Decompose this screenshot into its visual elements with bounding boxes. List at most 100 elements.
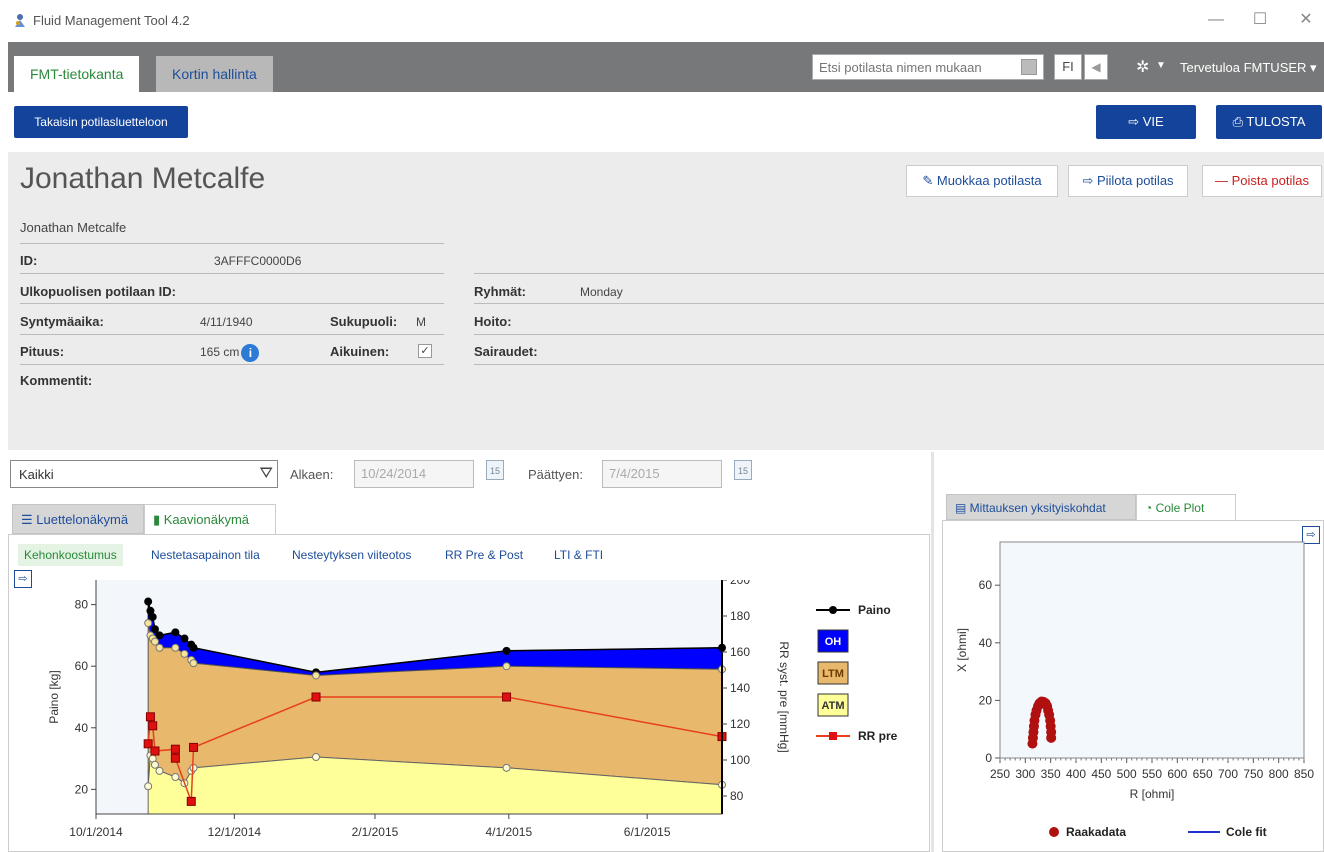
calendar-icon[interactable]: 15 (486, 460, 504, 480)
atm-point (150, 760, 159, 769)
comments-label: Kommentit: (20, 373, 93, 388)
rr-pre-point (145, 712, 155, 722)
tab-fmt-database[interactable]: FMT-tietokanta (14, 56, 140, 92)
y2-tick-label: 160 (730, 645, 750, 659)
divider (474, 273, 1324, 274)
tab-chart-view-label: Kaavionäkymä (163, 512, 250, 527)
window-titlebar: Fluid Management Tool 4.2 — ☐ ✕ (0, 0, 1324, 42)
export-button[interactable]: ⇨ VIE (1096, 105, 1196, 139)
user-menu[interactable]: Tervetuloa FMTUSER ▾ (1180, 60, 1317, 76)
language-left-arrow-icon[interactable]: ◀ (1084, 54, 1108, 80)
id-value: 3AFFFC0000D6 (214, 254, 302, 268)
atm-point (155, 766, 164, 775)
edit-patient-button[interactable]: ✎ Muokkaa potilasta (906, 165, 1058, 197)
filter-funnel-icon[interactable]: ⛛ (260, 465, 273, 483)
panel-splitter[interactable] (931, 452, 934, 852)
paino-point (144, 597, 153, 606)
subtab-rr-pre-post[interactable]: RR Pre & Post (439, 544, 529, 566)
cole-y-tick-label: 20 (979, 693, 993, 707)
from-date-input[interactable]: 10/24/2014 (354, 460, 474, 488)
atm-point (502, 763, 511, 772)
y2-tick-label: 120 (730, 717, 750, 731)
app-logo-icon (15, 14, 25, 27)
cole-x-tick-label: 850 (1294, 767, 1314, 781)
tab-measurement-details[interactable]: ▤ Mittauksen yksityiskohdat (946, 494, 1136, 520)
y-tick-label: 20 (75, 782, 89, 796)
patient-subname: Jonathan Metcalfe (20, 220, 127, 235)
export-icon: ⇨ (1128, 114, 1143, 129)
calendar-icon[interactable]: 15 (734, 460, 752, 480)
info-icon[interactable]: i (241, 344, 260, 362)
rr-pre-point (148, 721, 158, 731)
divider (474, 364, 1324, 365)
ltm-point (171, 643, 180, 652)
paino-point (180, 634, 189, 643)
legend-cole-fit-label: Cole fit (1226, 825, 1267, 839)
minimize-button[interactable]: — (1196, 8, 1236, 32)
language-button[interactable]: FI (1054, 54, 1082, 80)
atm-point (312, 753, 321, 762)
paino-point (171, 628, 180, 637)
to-label: Päättyen: (528, 467, 583, 482)
height-label: Pituus: (20, 344, 65, 359)
list-icon: ☰ (21, 512, 37, 527)
adult-checkbox: ✓ (418, 344, 432, 358)
search-icon[interactable] (1021, 59, 1037, 75)
cole-x-tick-label: 300 (1015, 767, 1035, 781)
height-field: 165 cm i (200, 344, 260, 362)
tab-list-view[interactable]: ☰ Luettelonäkymä (12, 504, 144, 534)
cole-x-tick-label: 800 (1269, 767, 1289, 781)
legend-paino-marker (829, 606, 837, 614)
patient-search-input[interactable] (813, 55, 1013, 79)
body-composition-chart: 20 40 60 80 80 100 120 140 160 180 200 10/1/2014 12/… (47, 580, 898, 839)
x-tick-label: 6/1/2015 (624, 825, 671, 839)
subtab-body-composition[interactable]: Kehonkoostumus (18, 544, 123, 566)
cole-x-tick-label: 600 (1167, 767, 1187, 781)
to-date-input[interactable]: 7/4/2015 (602, 460, 722, 488)
cole-y-tick-label: 40 (979, 636, 993, 650)
dob-value: 4/11/1940 (200, 315, 253, 329)
ltm-point (312, 671, 321, 680)
external-id-label: Ulkopuolisen potilaan ID: (20, 284, 177, 299)
legend-rr-label: RR pre (858, 729, 898, 743)
cole-y-axis-title: X [ohmi] (955, 628, 969, 672)
subtab-hydration-reference[interactable]: Nesteytyksen viiteotos (286, 544, 417, 566)
divider (474, 334, 1324, 335)
maximize-button[interactable]: ☐ (1240, 8, 1280, 32)
y2-tick-label: 180 (730, 609, 750, 623)
divider (20, 273, 444, 274)
y2-tick-label: 80 (730, 789, 744, 803)
tab-card-management[interactable]: Kortin hallinta (156, 56, 273, 92)
document-icon: ▤ (955, 501, 970, 515)
cole-plot-chart: 0 20 40 60 250 300 350 400 450 500 550 600 650 700 750… (955, 541, 1314, 839)
y-axis-title: Paino [kg] (47, 670, 61, 723)
tab-chart-view[interactable]: ▮ Kaavionäkymä (144, 504, 276, 534)
legend-rr-marker (829, 732, 837, 740)
groups-value: Monday (580, 285, 623, 299)
rr-pre-point (186, 796, 196, 806)
divider (20, 364, 444, 365)
measurement-filter-select[interactable]: Kaikki ⛛ (10, 460, 278, 488)
close-button[interactable]: ✕ (1286, 8, 1324, 32)
rr-pre-point (170, 744, 180, 754)
gear-icon[interactable]: ✲ (1136, 57, 1149, 77)
divider (20, 334, 444, 335)
delete-patient-button[interactable]: — Poista potilas (1202, 165, 1322, 197)
patient-name-heading: Jonathan Metcalfe (20, 162, 266, 195)
sex-label: Sukupuoli: (330, 314, 398, 329)
chevron-down-icon[interactable]: ▼ (1156, 60, 1166, 71)
subtab-lti-fti[interactable]: LTI & FTI (548, 544, 609, 566)
back-to-patient-list-button[interactable]: Takaisin potilasluetteloon (14, 106, 188, 138)
ltm-point (502, 662, 511, 671)
cole-x-tick-label: 450 (1091, 767, 1111, 781)
ltm-point (144, 619, 153, 628)
cole-x-tick-label: 500 (1117, 767, 1137, 781)
rr-pre-point (189, 742, 199, 752)
subtab-fluid-status[interactable]: Nestetasapainon tila (145, 544, 266, 566)
paino-point (502, 646, 511, 655)
cole-x-tick-label: 400 (1066, 767, 1086, 781)
print-button[interactable]: ⎙ TULOSTA (1216, 105, 1322, 139)
atm-point (144, 782, 153, 791)
tab-cole-plot[interactable]: ◔ Cole Plot (1136, 494, 1236, 520)
hide-patient-button[interactable]: ⇨ Piilota potilas (1068, 165, 1188, 197)
